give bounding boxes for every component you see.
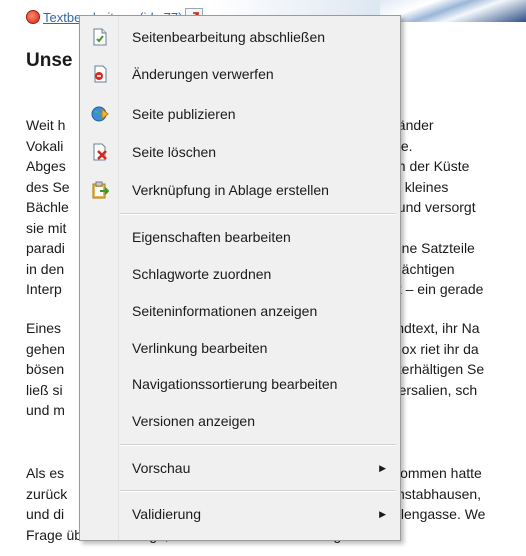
menu-item-publish-page[interactable]: Seite publizieren [80,96,400,132]
menu-item-label: Navigationssortierung bearbeiten [132,376,338,392]
menu-item-validation[interactable]: Validierung ▶ [80,496,400,532]
menu-item-edit-properties[interactable]: Eigenschaften bearbeiten [80,219,400,255]
submenu-arrow-icon: ▶ [379,462,386,473]
page-title: Unse [26,50,73,71]
menu-item-label: Verknüpfung in Ablage erstellen [132,182,329,198]
header-banner-image [380,0,526,22]
menu-item-label: Seite löschen [132,144,217,160]
menu-item-show-page-info[interactable]: Seiteninformationen anzeigen [80,293,400,329]
menu-item-finish-editing[interactable]: Seitenbearbeitung abschließen [80,19,400,55]
context-menu: Seitenbearbeitung abschließen Änderungen… [79,15,401,541]
menu-item-preview[interactable]: Vorschau ▶ [80,450,400,486]
menu-item-edit-navigation-order[interactable]: Navigationssortierung bearbeiten [80,366,400,402]
page-done-icon [91,28,109,46]
menu-item-discard-changes[interactable]: Änderungen verwerfen [80,56,400,92]
submenu-arrow-icon: ▶ [379,508,386,519]
menu-separator [120,490,396,492]
menu-item-label: Verlinkung bearbeiten [132,340,268,356]
menu-item-show-versions[interactable]: Versionen anzeigen [80,403,400,439]
menu-item-label: Validierung [132,506,202,522]
menu-item-label: Seiteninformationen anzeigen [132,303,318,319]
menu-item-label: Eigenschaften bearbeiten [132,229,291,245]
menu-item-edit-links[interactable]: Verlinkung bearbeiten [80,330,400,366]
publish-globe-icon [91,105,109,123]
menu-item-label: Seitenbearbeitung abschließen [132,29,326,45]
menu-item-label: Vorschau [132,460,191,476]
edit-status-icon [26,10,40,24]
discard-changes-icon [91,65,109,83]
menu-item-assign-tags[interactable]: Schlagworte zuordnen [80,256,400,292]
clipboard-link-icon [91,181,110,199]
menu-separator [120,444,396,446]
menu-item-delete-page[interactable]: Seite löschen [80,134,400,170]
menu-item-label: Seite publizieren [132,106,236,122]
menu-item-create-clipboard-link[interactable]: Verknüpfung in Ablage erstellen [80,172,400,208]
menu-item-label: Änderungen verwerfen [132,66,274,82]
menu-item-label: Schlagworte zuordnen [132,266,272,282]
menu-item-label: Versionen anzeigen [132,413,255,429]
delete-page-icon [91,143,109,161]
menu-separator [120,213,396,215]
